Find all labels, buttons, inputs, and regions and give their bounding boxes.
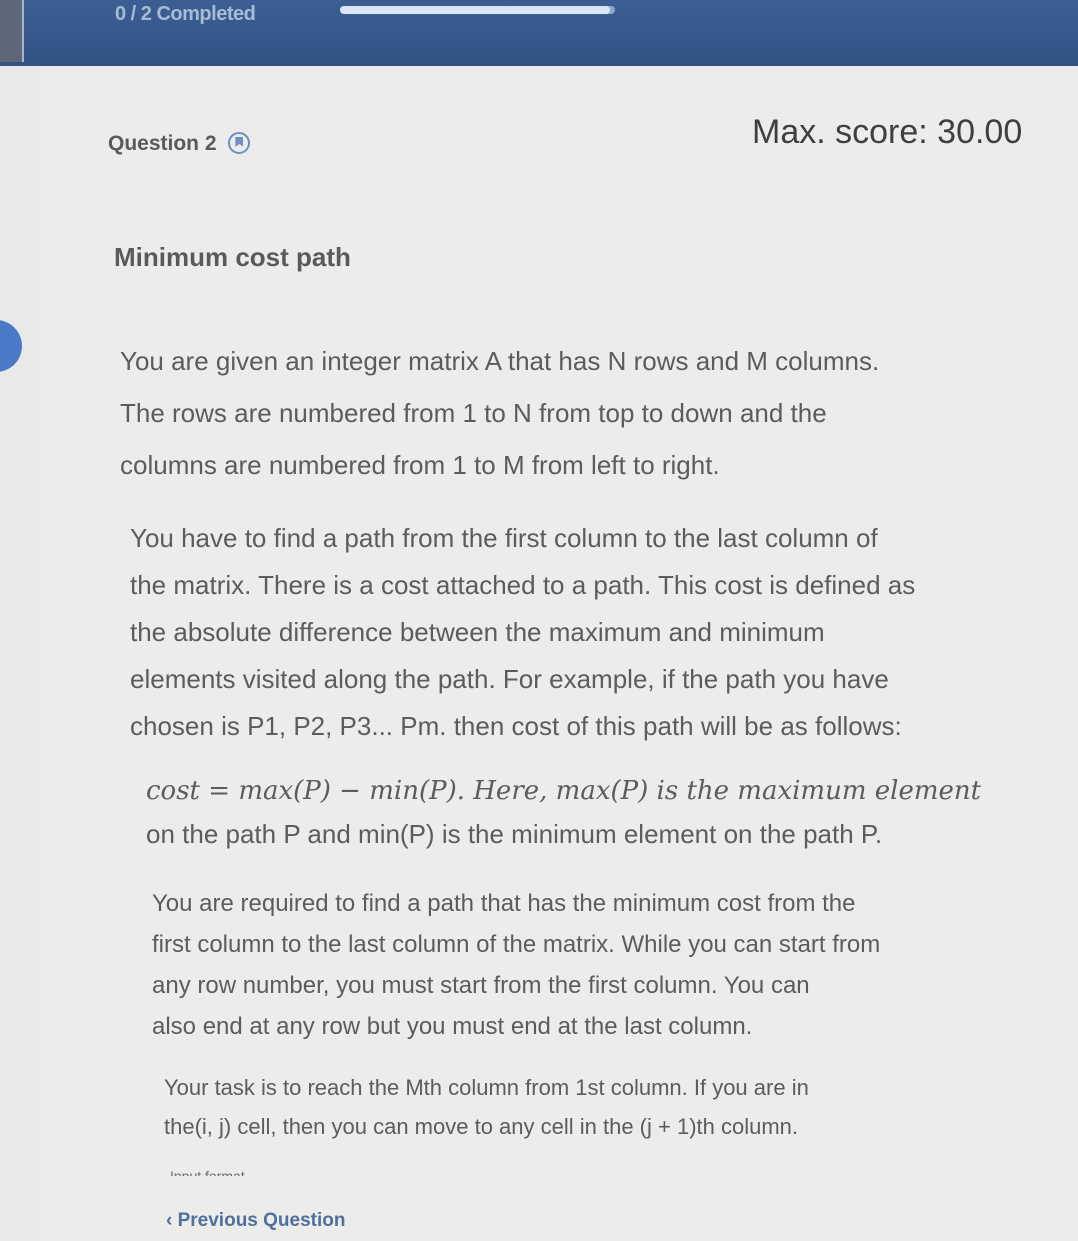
problem-paragraph-4: You are required to find a path that has…: [152, 883, 1052, 1047]
previous-question-link[interactable]: ‹ Previous Question: [166, 1210, 345, 1232]
progress-label: 0 / 2 Completed: [115, 3, 256, 25]
paragraph-line: first column to the last column of the m…: [152, 931, 881, 958]
problem-title: Minimum cost path: [114, 242, 351, 272]
paragraph-line: the(i, j) cell, then you can move to any…: [164, 1114, 799, 1139]
bookmark-icon[interactable]: [228, 132, 251, 154]
question-number: Question 2: [108, 132, 251, 156]
paragraph-line: any row number, you must start from the …: [152, 972, 810, 999]
max-score: Max. score: 30.00: [752, 113, 1023, 151]
problem-paragraph-1: You are given an integer matrix A that h…: [120, 335, 1020, 491]
side-nav-dot[interactable]: [0, 320, 22, 372]
paragraph-line: Your task is to reach the Mth column fro…: [164, 1075, 809, 1100]
paragraph-line: the absolute difference between the maxi…: [130, 617, 825, 647]
problem-paragraph-3: cost = max(P) − min(P). Here, max(P) is …: [146, 770, 1046, 856]
question-label-text: Question 2: [108, 132, 217, 155]
paragraph-line: You are required to find a path that has…: [152, 890, 856, 917]
top-bar: 0 / 2 Completed: [0, 0, 1078, 66]
problem-paragraph-2: You have to find a path from the first c…: [130, 515, 1030, 750]
paragraph-line: the matrix. There is a cost attached to …: [130, 570, 916, 600]
paragraph-line: chosen is P1, P2, P3... Pm. then cost of…: [130, 711, 902, 741]
paragraph-line: also end at any row but you must end at …: [152, 1013, 753, 1040]
paragraph-line: The rows are numbered from 1 to N from t…: [120, 398, 827, 428]
input-format-heading: Input format: [170, 1168, 245, 1176]
paragraph-line: on the path P and min(P) is the minimum …: [146, 819, 883, 849]
problem-paragraph-5: Your task is to reach the Mth column fro…: [164, 1068, 1064, 1146]
paragraph-line: elements visited along the path. For exa…: [130, 664, 889, 694]
paragraph-line: columns are numbered from 1 to M from le…: [120, 450, 720, 480]
paragraph-line: You are given an integer matrix A that h…: [120, 346, 880, 376]
paragraph-line: cost = max(P) − min(P). Here, max(P) is …: [146, 776, 982, 806]
progress-bar-fill: [340, 6, 610, 14]
paragraph-line: You have to find a path from the first c…: [130, 523, 878, 553]
menu-tab[interactable]: [0, 0, 24, 62]
progress-bar: [340, 6, 615, 14]
